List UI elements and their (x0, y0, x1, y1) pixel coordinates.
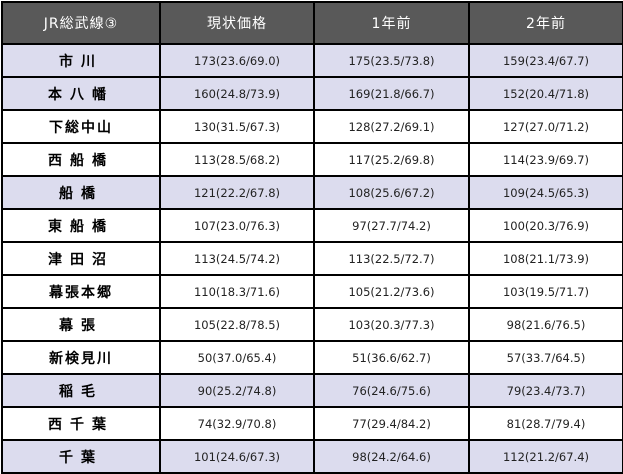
two-years-ago-cell: 127(27.0/71.2) (468, 109, 623, 144)
header-two-years-ago: 2年前 (468, 1, 623, 45)
current-price-cell: 173(23.6/69.0) (159, 43, 315, 78)
table-row: 西千葉 74(32.9/70.8) 77(29.4/84.2) 81(28.7/79.… (1, 406, 623, 441)
table-row: 下総中山 130(31.5/67.3) 128(27.2/69.1) 127(27.0… (1, 109, 623, 144)
station-name-cell: 稲毛 (1, 373, 161, 408)
current-price-cell: 160(24.8/73.9) (159, 76, 315, 111)
one-year-ago-cell: 128(27.2/69.1) (313, 109, 470, 144)
current-price-cell: 113(28.5/68.2) (159, 142, 315, 177)
one-year-ago-cell: 105(21.2/73.6) (313, 274, 470, 309)
two-years-ago-cell: 103(19.5/71.7) (468, 274, 623, 309)
station-name-cell: 市川 (1, 43, 161, 78)
one-year-ago-cell: 51(36.6/62.7) (313, 340, 470, 375)
current-price-cell: 113(24.5/74.2) (159, 241, 315, 276)
station-name-cell: 西船橋 (1, 142, 161, 177)
table-row: 稲毛 90(25.2/74.8) 76(24.6/75.6) 79(23.4/73.7… (1, 373, 623, 408)
station-name-cell: 幕張 (1, 307, 161, 342)
one-year-ago-cell: 175(23.5/73.8) (313, 43, 470, 78)
station-name-cell: 幕張本郷 (1, 274, 161, 309)
current-price-cell: 90(25.2/74.8) (159, 373, 315, 408)
one-year-ago-cell: 103(20.3/77.3) (313, 307, 470, 342)
header-line-name: JR総武線③ (1, 1, 161, 45)
current-price-cell: 121(22.2/67.8) (159, 175, 315, 210)
one-year-ago-cell: 113(22.5/72.7) (313, 241, 470, 276)
two-years-ago-cell: 98(21.6/76.5) (468, 307, 623, 342)
current-price-cell: 110(18.3/71.6) (159, 274, 315, 309)
table-row: 市川 173(23.6/69.0) 175(23.5/73.8) 159(23.4/6… (1, 43, 623, 78)
two-years-ago-cell: 100(20.3/76.9) (468, 208, 623, 243)
table-row: 幕張 105(22.8/78.5) 103(20.3/77.3) 98(21.6/76… (1, 307, 623, 342)
page: JR総武線③ 現状価格 1年前 2年前 市川 173(23.6/69.0) 175(… (0, 0, 623, 474)
one-year-ago-cell: 98(24.2/64.6) (313, 439, 470, 474)
two-years-ago-cell: 114(23.9/69.7) (468, 142, 623, 177)
one-year-ago-cell: 97(27.7/74.2) (313, 208, 470, 243)
two-years-ago-cell: 159(23.4/67.7) (468, 43, 623, 78)
current-price-cell: 107(23.0/76.3) (159, 208, 315, 243)
station-name-cell: 津田沼 (1, 241, 161, 276)
table-row: 千葉 101(24.6/67.3) 98(24.2/64.6) 112(21.2/67… (1, 439, 623, 474)
table-row: 津田沼 113(24.5/74.2) 113(22.5/72.7) 108(21.1/… (1, 241, 623, 276)
table-body: 市川 173(23.6/69.0) 175(23.5/73.8) 159(23.4/6… (1, 43, 623, 474)
one-year-ago-cell: 108(25.6/67.2) (313, 175, 470, 210)
table-row: 本八幡 160(24.8/73.9) 169(21.8/66.7) 152(20.4/… (1, 76, 623, 111)
station-name-cell: 本八幡 (1, 76, 161, 111)
current-price-cell: 50(37.0/65.4) (159, 340, 315, 375)
current-price-cell: 101(24.6/67.3) (159, 439, 315, 474)
two-years-ago-cell: 79(23.4/73.7) (468, 373, 623, 408)
header-row: JR総武線③ 現状価格 1年前 2年前 (1, 1, 623, 45)
table-row: 新検見川 50(37.0/65.4) 51(36.6/62.7) 57(33.7/64… (1, 340, 623, 375)
station-name-cell: 西千葉 (1, 406, 161, 441)
header-current-price: 現状価格 (159, 1, 315, 45)
one-year-ago-cell: 77(29.4/84.2) (313, 406, 470, 441)
one-year-ago-cell: 76(24.6/75.6) (313, 373, 470, 408)
table-header: JR総武線③ 現状価格 1年前 2年前 (1, 1, 623, 45)
two-years-ago-cell: 152(20.4/71.8) (468, 76, 623, 111)
station-name-cell: 東船橋 (1, 208, 161, 243)
two-years-ago-cell: 81(28.7/79.4) (468, 406, 623, 441)
table-row: 幕張本郷 110(18.3/71.6) 105(21.2/73.6) 103(19.5… (1, 274, 623, 309)
station-name-cell: 千葉 (1, 439, 161, 474)
two-years-ago-cell: 109(24.5/65.3) (468, 175, 623, 210)
price-comparison-table: JR総武線③ 現状価格 1年前 2年前 市川 173(23.6/69.0) 175(… (1, 1, 623, 474)
table-row: 船橋 121(22.2/67.8) 108(25.6/67.2) 109(24.5/6… (1, 175, 623, 210)
table-row: 東船橋 107(23.0/76.3) 97(27.7/74.2) 100(20.3/7… (1, 208, 623, 243)
station-name-cell: 下総中山 (1, 109, 161, 144)
current-price-cell: 105(22.8/78.5) (159, 307, 315, 342)
station-name-cell: 新検見川 (1, 340, 161, 375)
one-year-ago-cell: 169(21.8/66.7) (313, 76, 470, 111)
one-year-ago-cell: 117(25.2/69.8) (313, 142, 470, 177)
two-years-ago-cell: 112(21.2/67.4) (468, 439, 623, 474)
two-years-ago-cell: 57(33.7/64.5) (468, 340, 623, 375)
header-one-year-ago: 1年前 (313, 1, 470, 45)
two-years-ago-cell: 108(21.1/73.9) (468, 241, 623, 276)
station-name-cell: 船橋 (1, 175, 161, 210)
current-price-cell: 130(31.5/67.3) (159, 109, 315, 144)
table-row: 西船橋 113(28.5/68.2) 117(25.2/69.8) 114(23.9/… (1, 142, 623, 177)
current-price-cell: 74(32.9/70.8) (159, 406, 315, 441)
